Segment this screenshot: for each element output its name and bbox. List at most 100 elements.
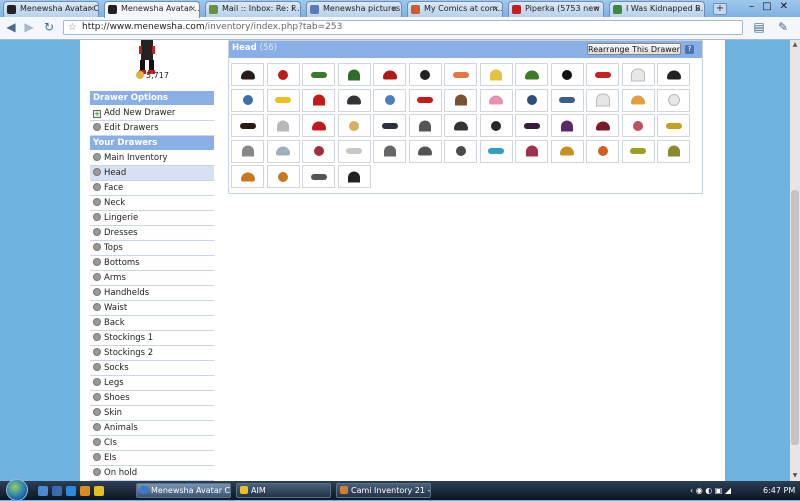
taskbar-clock[interactable]: 6:47 PM <box>763 481 795 500</box>
browser-tab[interactable]: I Was Kidnapped B... × <box>609 1 705 17</box>
vertical-scrollbar[interactable]: ▲ ▼ <box>790 40 800 481</box>
inventory-item[interactable] <box>266 139 300 163</box>
sidebar-drawer-item[interactable]: Stockings 1 <box>90 331 214 346</box>
sidebar-drawer-item[interactable]: CIs <box>90 436 214 451</box>
folder-quicklaunch-icon[interactable] <box>94 486 104 496</box>
sidebar-drawer-item[interactable]: Waist <box>90 301 214 316</box>
sidebar-drawer-item[interactable]: On hold <box>90 466 214 481</box>
inventory-item[interactable] <box>515 88 548 112</box>
reload-icon[interactable]: ↻ <box>42 20 56 34</box>
inventory-item[interactable] <box>621 114 655 137</box>
window-controls[interactable]: –□✕ <box>749 1 796 12</box>
help-icon[interactable]: ? <box>685 45 694 54</box>
sidebar-drawer-item[interactable]: Stockings 2 <box>90 346 214 361</box>
browser-tab[interactable]: Piperka (5753 new i... × <box>508 1 604 17</box>
rearrange-drawer-button[interactable]: Rearrange This Drawer <box>587 43 681 55</box>
tab-close-icon[interactable]: × <box>593 2 600 16</box>
sidebar-drawer-item[interactable]: EIs <box>90 451 214 466</box>
tab-close-icon[interactable]: × <box>88 2 95 16</box>
sidebar-drawer-item[interactable]: Tops <box>90 241 214 256</box>
inventory-item[interactable] <box>302 165 335 188</box>
switch-windows-icon[interactable] <box>52 486 62 496</box>
inventory-item[interactable] <box>657 114 690 137</box>
wrench-icon[interactable]: ✎ <box>776 20 790 34</box>
inventory-item[interactable] <box>266 165 300 188</box>
inventory-item[interactable] <box>231 88 264 112</box>
inventory-item[interactable] <box>373 114 406 137</box>
sidebar-drawer-item[interactable]: Main Inventory <box>90 151 214 166</box>
inventory-item[interactable] <box>408 88 442 112</box>
inventory-item[interactable] <box>373 63 406 86</box>
sidebar-drawer-item[interactable]: Animals <box>90 421 214 436</box>
browser-tab[interactable]: My Comics at com... × <box>407 1 503 17</box>
inventory-item[interactable] <box>515 114 548 137</box>
inventory-item[interactable] <box>479 139 513 163</box>
show-desktop-icon[interactable] <box>38 486 48 496</box>
inventory-item[interactable] <box>657 88 690 112</box>
tab-close-icon[interactable]: × <box>189 2 196 16</box>
sidebar-drawer-item[interactable]: Lingerie <box>90 211 214 226</box>
inventory-item[interactable] <box>337 139 371 163</box>
inventory-item[interactable] <box>657 139 690 163</box>
inventory-item[interactable] <box>621 139 655 163</box>
sidebar-drawer-item[interactable]: Neck <box>90 196 214 211</box>
taskbar-button[interactable]: AIM <box>236 483 331 498</box>
tab-close-icon[interactable]: × <box>492 2 499 16</box>
sidebar-drawer-item[interactable]: Dresses <box>90 226 214 241</box>
scrollbar-thumb[interactable] <box>791 190 799 445</box>
taskbar-button[interactable]: Menewsha Avatar C... <box>136 483 231 498</box>
tab-close-icon[interactable]: × <box>391 2 398 16</box>
inventory-item[interactable] <box>444 63 477 86</box>
inventory-item[interactable] <box>550 114 584 137</box>
inventory-item[interactable] <box>373 139 406 163</box>
inventory-item[interactable] <box>337 63 371 86</box>
sidebar-drawer-item[interactable]: Bottoms <box>90 256 214 271</box>
tab-close-icon[interactable]: × <box>694 2 701 16</box>
scroll-down-icon[interactable]: ▼ <box>790 471 800 481</box>
inventory-item[interactable] <box>302 139 335 163</box>
inventory-item[interactable] <box>337 88 371 112</box>
sidebar-drawer-item[interactable]: Back <box>90 316 214 331</box>
inventory-item[interactable] <box>444 139 477 163</box>
bookmark-star-icon[interactable]: ☆ <box>68 21 77 34</box>
inventory-item[interactable] <box>337 165 371 188</box>
inventory-item[interactable] <box>266 114 300 137</box>
inventory-item[interactable] <box>515 139 548 163</box>
forward-icon[interactable]: ▶ <box>22 20 36 34</box>
inventory-item[interactable] <box>515 63 548 86</box>
browser-tab[interactable]: Mail :: Inbox: Re: F... × <box>205 1 301 17</box>
inventory-item[interactable] <box>408 114 442 137</box>
inventory-item[interactable] <box>337 114 371 137</box>
inventory-item[interactable] <box>550 63 584 86</box>
inventory-item[interactable] <box>657 63 690 86</box>
inventory-item[interactable] <box>231 139 264 163</box>
inventory-item[interactable] <box>586 63 619 86</box>
inventory-item[interactable] <box>479 88 513 112</box>
sidebar-drawer-item[interactable]: Arms <box>90 271 214 286</box>
drawer-option-item[interactable]: Edit Drawers <box>90 121 214 136</box>
sidebar-drawer-item[interactable]: Legs <box>90 376 214 391</box>
inventory-item[interactable] <box>550 88 584 112</box>
inventory-item[interactable] <box>586 114 619 137</box>
inventory-item[interactable] <box>408 63 442 86</box>
inventory-item[interactable] <box>266 63 300 86</box>
start-button[interactable] <box>6 479 28 501</box>
sidebar-drawer-item[interactable]: Shoes <box>90 391 214 406</box>
sidebar-drawer-item[interactable]: Skin <box>90 406 214 421</box>
address-bar[interactable]: ☆ http://www.menewsha.com/inventory/inde… <box>63 20 743 35</box>
inventory-item[interactable] <box>444 114 477 137</box>
browser-tab[interactable]: Menewsha pictures... × <box>306 1 402 17</box>
sidebar-drawer-item[interactable]: Handhelds <box>90 286 214 301</box>
inventory-item[interactable] <box>586 139 619 163</box>
ie-quicklaunch-icon[interactable] <box>66 486 76 496</box>
inventory-item[interactable] <box>231 114 264 137</box>
page-menu-icon[interactable]: ▤ <box>752 20 766 34</box>
inventory-item[interactable] <box>621 63 655 86</box>
inventory-item[interactable] <box>621 88 655 112</box>
browser-tab[interactable]: Menewsha Avatar C × <box>3 1 99 17</box>
inventory-item[interactable] <box>302 88 335 112</box>
tab-close-icon[interactable]: × <box>290 2 297 16</box>
sidebar-drawer-item[interactable]: Face <box>90 181 214 196</box>
inventory-item[interactable] <box>444 88 477 112</box>
inventory-item[interactable] <box>231 165 264 188</box>
